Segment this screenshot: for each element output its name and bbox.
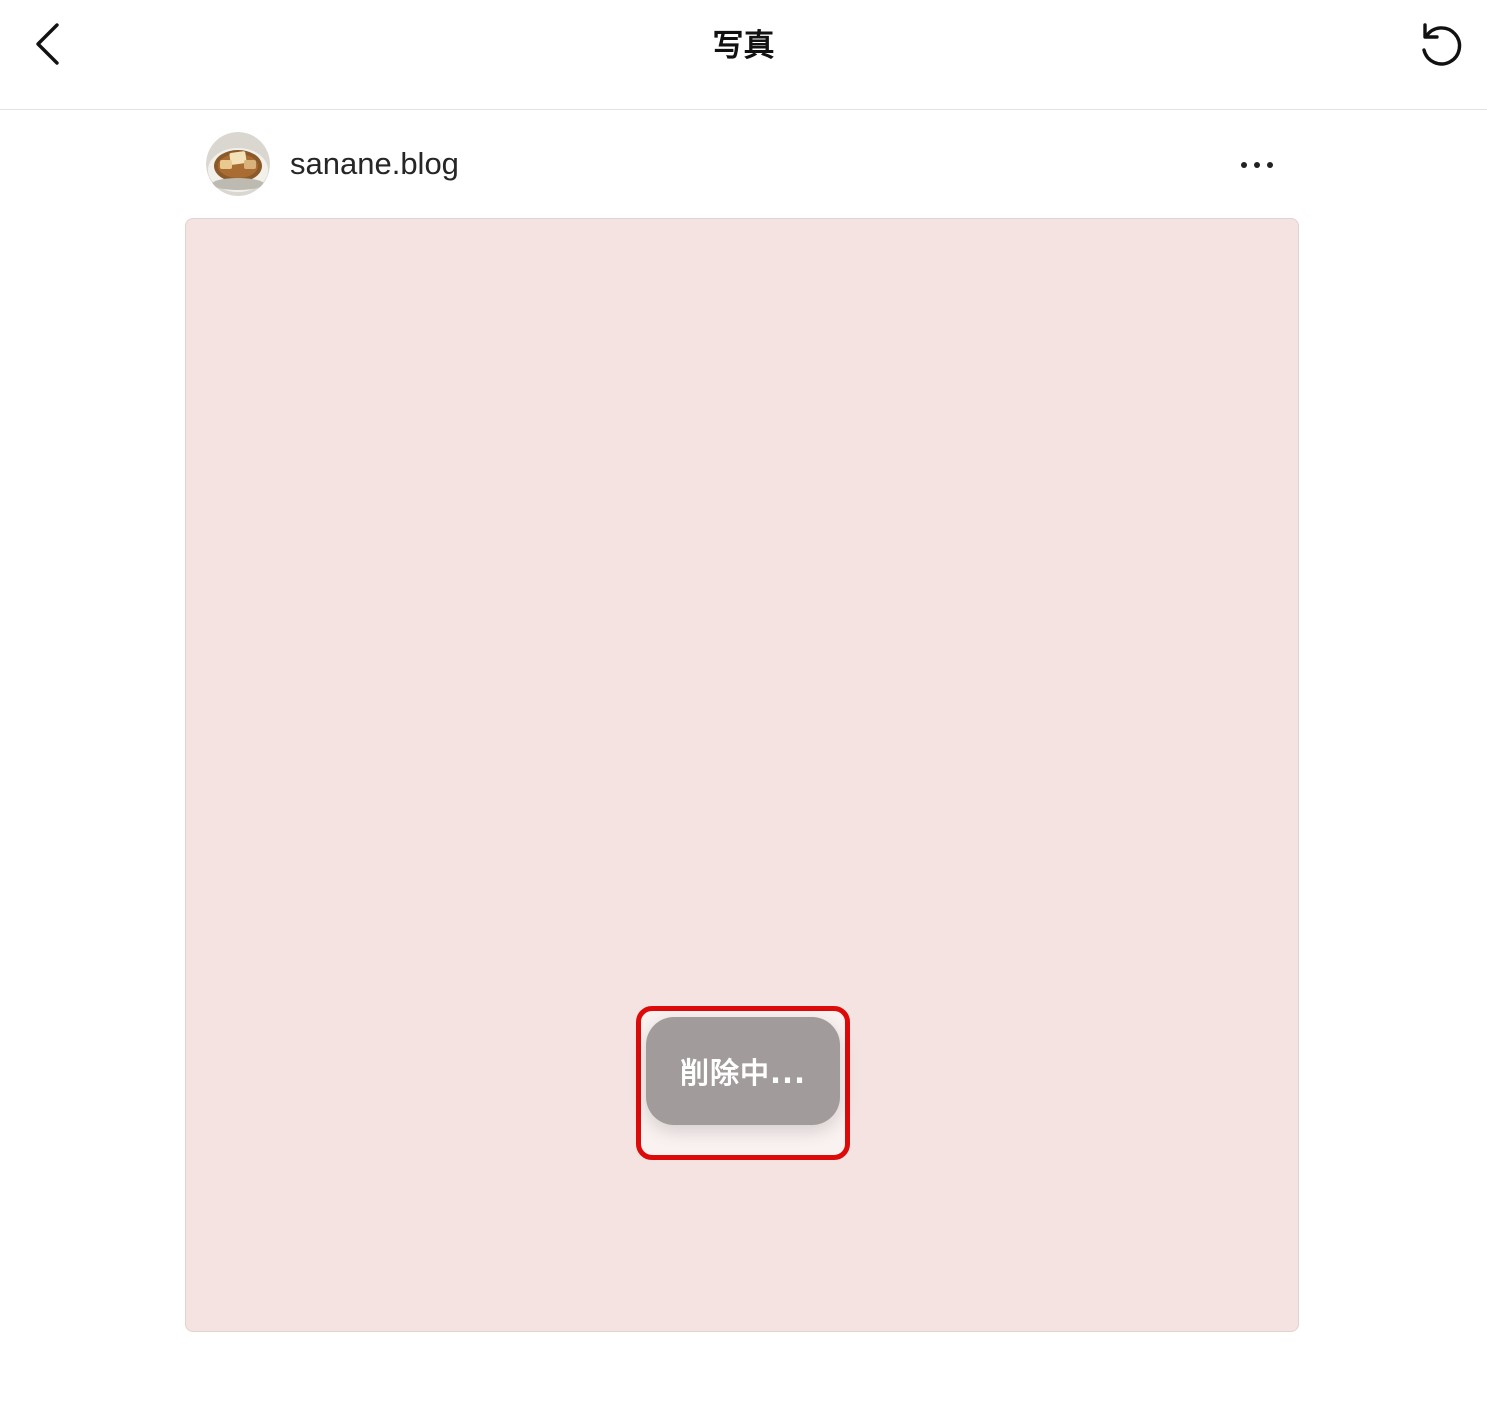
page-title: 写真	[712, 28, 775, 64]
refresh-icon	[1416, 20, 1464, 72]
avatar[interactable]	[206, 132, 270, 196]
refresh-button[interactable]	[1410, 16, 1470, 76]
photo-page: 写真 sanane.blog 削除中...	[0, 0, 1487, 1408]
deleting-toast: 削除中...	[646, 1017, 840, 1125]
top-bar: 写真	[0, 0, 1487, 110]
more-horizontal-icon	[1239, 155, 1275, 174]
food-bowl-avatar	[206, 132, 270, 196]
username-link[interactable]: sanane.blog	[290, 143, 459, 185]
toast-label: 削除中...	[679, 1056, 807, 1090]
more-options-button[interactable]	[1228, 144, 1286, 184]
post-photo[interactable]	[185, 218, 1299, 1332]
post-header: sanane.blog	[186, 126, 1300, 202]
